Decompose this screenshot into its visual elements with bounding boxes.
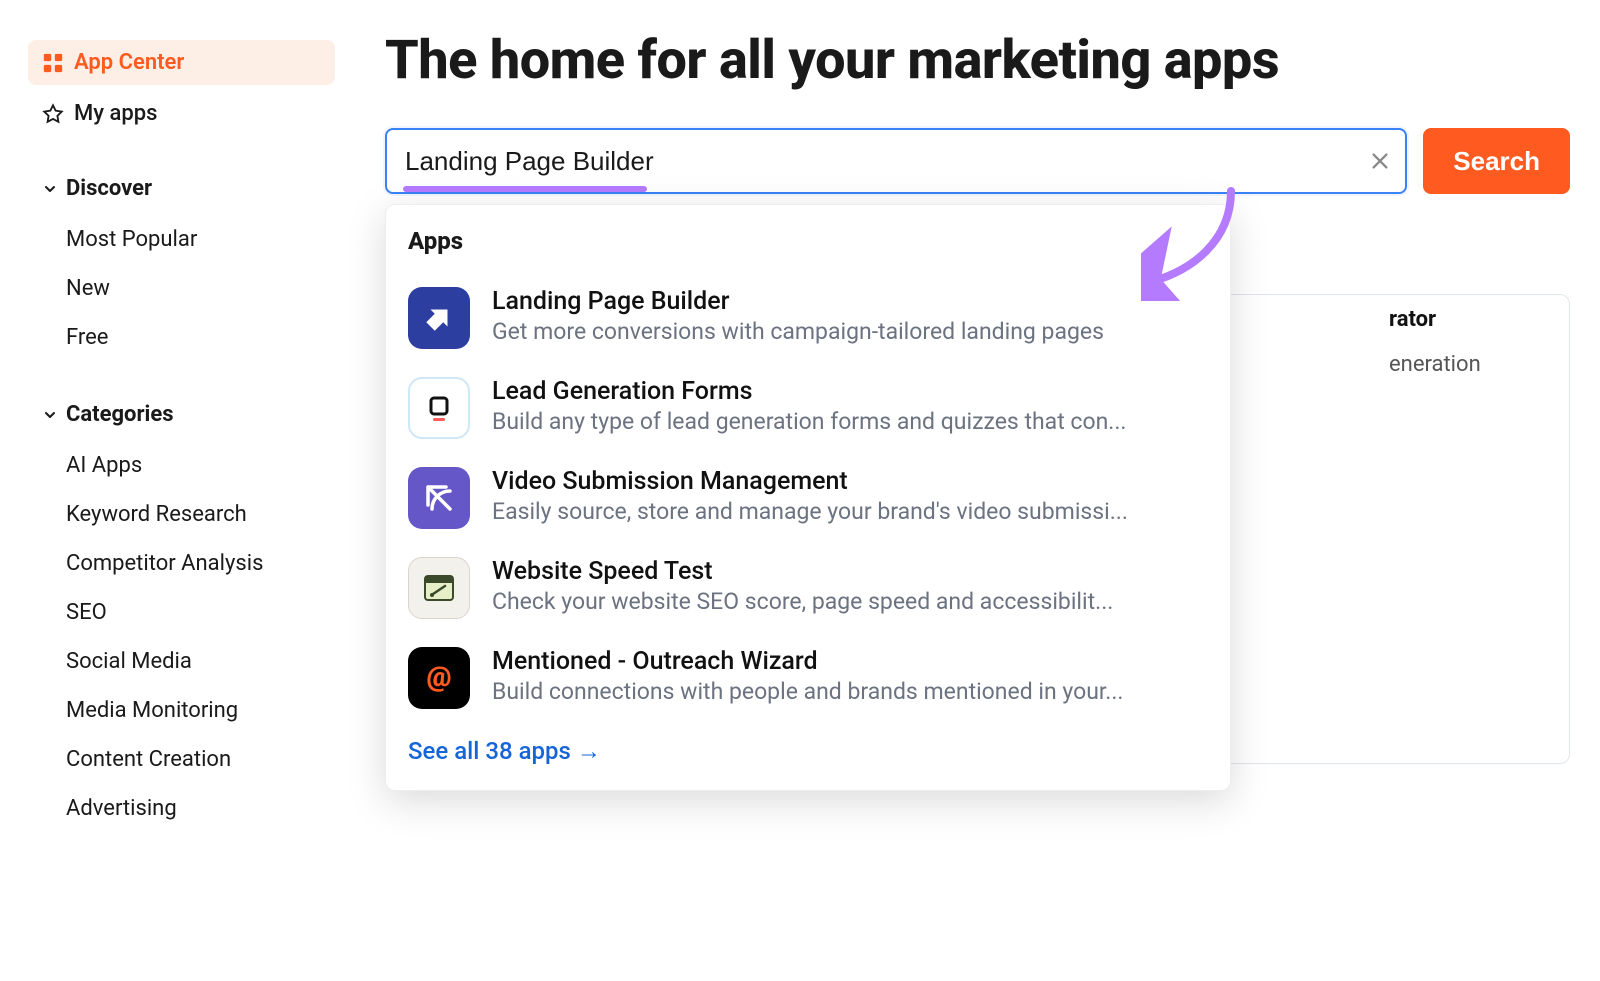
- search-input[interactable]: [385, 128, 1407, 194]
- page-title: The home for all your marketing apps: [385, 30, 1570, 92]
- sidebar-item-free[interactable]: Free: [28, 313, 335, 362]
- search-input-wrapper: [385, 128, 1407, 194]
- app-description: Easily source, store and manage your bra…: [492, 498, 1208, 525]
- sidebar-heading-categories[interactable]: Categories: [28, 396, 335, 433]
- app-title: Landing Page Builder: [492, 287, 1208, 316]
- sidebar-item-ai-apps[interactable]: AI Apps: [28, 441, 335, 490]
- main-content: The home for all your marketing apps Sea…: [355, 0, 1600, 981]
- app-description: Get more conversions with campaign-tailo…: [492, 318, 1208, 345]
- sidebar-item-competitor-analysis[interactable]: Competitor Analysis: [28, 539, 335, 588]
- sidebar-item-social-media[interactable]: Social Media: [28, 637, 335, 686]
- app-result-landing-page-builder[interactable]: Landing Page Builder Get more conversion…: [408, 273, 1208, 363]
- app-description: Build any type of lead generation forms …: [492, 408, 1208, 435]
- sidebar: App Center My apps Discover Most Popular…: [0, 0, 355, 981]
- app-description: Build connections with people and brands…: [492, 678, 1208, 705]
- app-icon-video-submission: [408, 467, 470, 529]
- annotation-underline: [403, 186, 647, 192]
- discover-heading-text: Discover: [66, 176, 152, 201]
- sidebar-item-my-apps[interactable]: My apps: [28, 91, 335, 136]
- close-icon[interactable]: [1369, 150, 1391, 172]
- app-title: Mentioned - Outreach Wizard: [492, 647, 1208, 676]
- sidebar-heading-discover[interactable]: Discover: [28, 170, 335, 207]
- search-results-dropdown: Apps Landing Page Builder Get more conve…: [385, 204, 1231, 791]
- hidden-card-title-fragment: rator: [1389, 307, 1539, 332]
- star-icon: [42, 103, 64, 125]
- sidebar-label-my-apps: My apps: [74, 101, 157, 126]
- search-button[interactable]: Search: [1423, 128, 1570, 194]
- sidebar-item-advertising[interactable]: Advertising: [28, 784, 335, 833]
- app-result-website-speed-test[interactable]: Website Speed Test Check your website SE…: [408, 543, 1208, 633]
- chevron-down-icon: [42, 181, 58, 197]
- sidebar-item-media-monitoring[interactable]: Media Monitoring: [28, 686, 335, 735]
- see-all-apps-link[interactable]: See all 38 apps →: [408, 737, 601, 766]
- chevron-down-icon: [42, 407, 58, 423]
- app-title: Video Submission Management: [492, 467, 1208, 496]
- svg-text:@: @: [426, 660, 451, 693]
- sidebar-item-app-center[interactable]: App Center: [28, 40, 335, 85]
- app-description: Check your website SEO score, page speed…: [492, 588, 1208, 615]
- app-icon-website-speed-test: [408, 557, 470, 619]
- sidebar-item-content-creation[interactable]: Content Creation: [28, 735, 335, 784]
- app-icon-lead-generation-forms: [408, 377, 470, 439]
- sidebar-label-app-center: App Center: [74, 50, 184, 75]
- categories-heading-text: Categories: [66, 402, 174, 427]
- sidebar-item-seo[interactable]: SEO: [28, 588, 335, 637]
- app-result-video-submission[interactable]: Video Submission Management Easily sourc…: [408, 453, 1208, 543]
- dropdown-heading: Apps: [408, 227, 1208, 255]
- sidebar-item-keyword-research[interactable]: Keyword Research: [28, 490, 335, 539]
- app-title: Lead Generation Forms: [492, 377, 1208, 406]
- app-icon-mentioned-outreach: @: [408, 647, 470, 709]
- partially-hidden-card: rator eneration: [1389, 307, 1539, 377]
- app-result-lead-generation-forms[interactable]: Lead Generation Forms Build any type of …: [408, 363, 1208, 453]
- app-icon-landing-page-builder: [408, 287, 470, 349]
- app-title: Website Speed Test: [492, 557, 1208, 586]
- grid-icon: [42, 52, 64, 74]
- hidden-card-text-fragment: eneration: [1389, 352, 1539, 377]
- app-result-mentioned-outreach[interactable]: @ Mentioned - Outreach Wizard Build conn…: [408, 633, 1208, 723]
- sidebar-item-new[interactable]: New: [28, 264, 335, 313]
- sidebar-item-most-popular[interactable]: Most Popular: [28, 215, 335, 264]
